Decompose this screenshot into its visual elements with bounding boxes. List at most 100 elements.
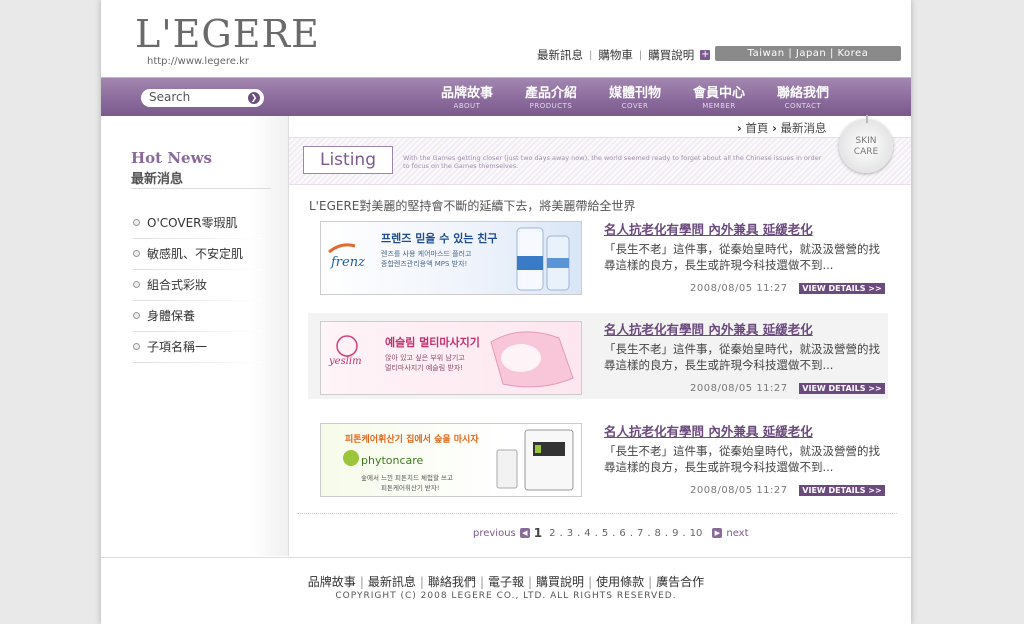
sidebar-item[interactable]: 子項名稱一 bbox=[133, 340, 273, 371]
news-summary: 「長生不老」這件事，從秦始皇時代，就汲汲營營的找尋這樣的良方，長生或許現今科技還… bbox=[604, 242, 880, 272]
brand-logo[interactable]: L'EGERE bbox=[135, 14, 320, 54]
nav-sublabel: MEMBER bbox=[702, 102, 736, 110]
news-date: 2008/08/05 11:27 bbox=[690, 485, 788, 496]
footer-link[interactable]: 聯絡我們 bbox=[428, 575, 476, 589]
svg-text:숲에서 느낀 피톤치드 체험할 쓰고: 숲에서 느낀 피톤치드 체험할 쓰고 bbox=[361, 473, 453, 482]
badge-line: SKIN bbox=[855, 136, 877, 146]
sidebar-item[interactable]: 敏感肌、不安定肌 bbox=[133, 247, 273, 278]
news-date: 2008/08/05 11:27 bbox=[690, 383, 788, 394]
svg-text:종합렌즈관리용액 MPS 받자!: 종합렌즈관리용액 MPS 받자! bbox=[381, 259, 467, 268]
nav-label: 會員中心 bbox=[692, 86, 745, 101]
top-link-guide[interactable]: 購買說明 bbox=[648, 47, 694, 63]
nav-item-member[interactable]: 會員中心 MEMBER bbox=[679, 86, 759, 111]
news-title-link[interactable]: 名人抗老化有學問 內外兼具 延緩老化 bbox=[604, 319, 813, 338]
nav-sublabel: ABOUT bbox=[453, 102, 481, 110]
sidebar: Hot News 最新消息 O'COVER零瑕肌 敏感肌、不安定肌 組合式彩妝 … bbox=[101, 116, 289, 556]
page-link[interactable]: 5 bbox=[602, 528, 608, 539]
chevron-right-icon: › bbox=[737, 121, 742, 135]
plus-icon[interactable]: + bbox=[700, 50, 711, 60]
top-link-news[interactable]: 最新訊息 bbox=[537, 47, 583, 63]
site-url: http://www.legere.kr bbox=[147, 56, 249, 67]
top-link-cart[interactable]: 購物車 bbox=[598, 47, 633, 63]
page-link[interactable]: 8 bbox=[655, 528, 661, 539]
slogan: L'EGERE對美麗的堅持會不斷的延續下去，將美麗帶給全世界 bbox=[309, 199, 636, 213]
footer-link[interactable]: 廣告合作 bbox=[656, 575, 704, 589]
nav-item-cover[interactable]: 媒體刊物 COVER bbox=[595, 86, 675, 111]
divider: | bbox=[419, 575, 424, 589]
page-link[interactable]: 2 bbox=[549, 528, 555, 539]
nav-sublabel: CONTACT bbox=[784, 102, 822, 110]
page-link[interactable]: 6 bbox=[619, 528, 625, 539]
svg-text:피톤케어휘산기 받자!: 피톤케어휘산기 받자! bbox=[381, 483, 440, 492]
svg-text:프렌즈 믿을 수 있는 친구: 프렌즈 믿을 수 있는 친구 bbox=[381, 231, 498, 245]
svg-text:yeslim: yeslim bbox=[328, 356, 362, 367]
sidebar-item-label: 敏感肌、不安定肌 bbox=[147, 247, 244, 261]
news-title-link[interactable]: 名人抗老化有學問 內外兼具 延緩老化 bbox=[604, 421, 813, 440]
arrow-right-icon[interactable]: ▶ bbox=[712, 528, 723, 538]
bullet-icon bbox=[133, 281, 140, 288]
breadcrumb: › 首頁 › 最新消息 bbox=[737, 120, 826, 136]
nav-label: 媒體刊物 bbox=[608, 86, 661, 101]
breadcrumb-current: 最新消息 bbox=[780, 121, 827, 135]
nav-item-contact[interactable]: 聯絡我們 CONTACT bbox=[763, 86, 843, 111]
view-details-button[interactable]: VIEW DETAILS >> bbox=[799, 383, 885, 394]
page-link[interactable]: 7 bbox=[637, 528, 643, 539]
breadcrumb-home[interactable]: 首頁 bbox=[745, 121, 768, 135]
news-item: frenz 프렌즈 믿을 수 있는 친구 렌즈를 사용 케어마스드 플러고 종합… bbox=[308, 213, 888, 299]
footer-link[interactable]: 電子報 bbox=[488, 575, 524, 589]
sidebar-title-en: Hot News bbox=[131, 149, 212, 167]
bullet-icon bbox=[133, 343, 140, 350]
bullet-icon bbox=[133, 250, 140, 257]
nav-sublabel: PRODUCTS bbox=[529, 102, 573, 110]
pager-previous[interactable]: previous bbox=[473, 528, 516, 539]
search-input[interactable]: Search ❯ bbox=[141, 89, 264, 107]
divider bbox=[131, 188, 271, 189]
news-thumbnail[interactable]: 피톤케어휘산기 집에서 숲을 마시자 phytoncare 숲에서 느낀 피톤치… bbox=[320, 423, 582, 497]
divider: | bbox=[359, 575, 364, 589]
badge-line: CARE bbox=[853, 147, 879, 157]
view-details-button[interactable]: VIEW DETAILS >> bbox=[799, 485, 885, 496]
sidebar-item-label: O'COVER零瑕肌 bbox=[147, 216, 238, 230]
page-link[interactable]: 10 bbox=[690, 528, 703, 539]
footer-link[interactable]: 購買說明 bbox=[536, 575, 584, 589]
page-link[interactable]: 9 bbox=[672, 528, 678, 539]
nav-item-about[interactable]: 品牌故事 ABOUT bbox=[427, 86, 507, 111]
svg-text:렌즈를 사용 케어마스드 플러고: 렌즈를 사용 케어마스드 플러고 bbox=[381, 249, 472, 258]
sidebar-item-label: 子項名稱一 bbox=[147, 340, 208, 354]
arrow-left-icon[interactable]: ◀ bbox=[519, 528, 530, 538]
listing-title: Listing bbox=[303, 146, 393, 174]
news-thumbnail[interactable]: yeslim 예슬림 멀티마사지기 앉아 있고 싶은 부위 남기고 멀티마사지기… bbox=[320, 321, 582, 395]
view-details-button[interactable]: VIEW DETAILS >> bbox=[799, 283, 885, 294]
footer-link[interactable]: 使用條款 bbox=[596, 575, 644, 589]
sidebar-item[interactable]: O'COVER零瑕肌 bbox=[133, 216, 273, 247]
region-selector[interactable]: Taiwan | Japan | Korea bbox=[715, 46, 901, 61]
svg-text:예슬림 멀티마사지기: 예슬림 멀티마사지기 bbox=[385, 335, 480, 349]
bullet-icon bbox=[133, 219, 140, 226]
divider: | bbox=[588, 575, 593, 589]
sidebar-item[interactable]: 組合式彩妝 bbox=[133, 278, 273, 309]
sidebar-item-label: 組合式彩妝 bbox=[147, 278, 208, 292]
sidebar-item[interactable]: 身體保養 bbox=[133, 309, 273, 340]
listing-header: Listing With the Games getting closer (j… bbox=[289, 137, 911, 185]
copyright: COPYRIGHT (C) 2008 LEGERE CO., LTD. ALL … bbox=[335, 591, 677, 601]
sidebar-item-label: 身體保養 bbox=[147, 309, 196, 323]
pager-next[interactable]: next bbox=[726, 528, 748, 539]
search-placeholder: Search bbox=[149, 90, 191, 104]
nav-item-products[interactable]: 產品介紹 PRODUCTS bbox=[511, 86, 591, 111]
svg-text:phytoncare: phytoncare bbox=[361, 454, 424, 467]
page-link[interactable]: 3 bbox=[567, 528, 573, 539]
news-thumbnail[interactable]: frenz 프렌즈 믿을 수 있는 친구 렌즈를 사용 케어마스드 플러고 종합… bbox=[320, 221, 582, 295]
yeslim-banner-image: yeslim 예슬림 멀티마사지기 앉아 있고 싶은 부위 남기고 멀티마사지기… bbox=[328, 331, 574, 388]
footer-link[interactable]: 最新訊息 bbox=[368, 575, 416, 589]
footer-link[interactable]: 品牌故事 bbox=[308, 575, 356, 589]
svg-text:앉아 있고 싶은 부위 남기고: 앉아 있고 싶은 부위 남기고 bbox=[385, 353, 465, 362]
divider: | bbox=[648, 575, 653, 589]
divider: | bbox=[589, 49, 593, 61]
news-summary: 「長生不老」這件事，從秦始皇時代，就汲汲營營的找尋這樣的良方，長生或許現今科技還… bbox=[604, 342, 880, 372]
search-go-icon[interactable]: ❯ bbox=[248, 92, 260, 104]
page-current: 1 bbox=[533, 526, 543, 540]
nav-label: 品牌故事 bbox=[440, 86, 493, 101]
news-title-link[interactable]: 名人抗老化有學問 內外兼具 延緩老化 bbox=[604, 219, 813, 238]
nav-label: 聯絡我們 bbox=[776, 86, 829, 101]
page-link[interactable]: 4 bbox=[584, 528, 590, 539]
